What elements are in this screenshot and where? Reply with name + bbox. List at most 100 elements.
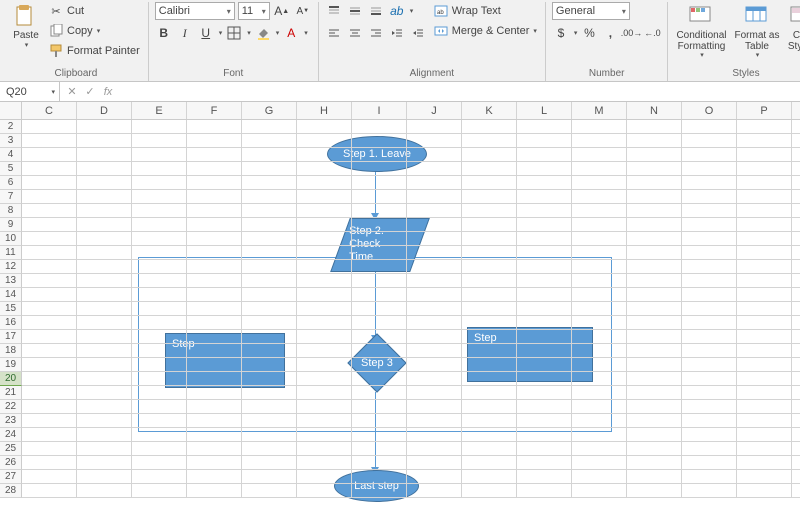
row-header[interactable]: 2 xyxy=(0,120,22,134)
align-middle-button[interactable] xyxy=(346,2,364,20)
currency-button[interactable]: $ xyxy=(552,24,570,42)
font-name-select[interactable]: Calibri▾ xyxy=(155,2,235,20)
row-header[interactable]: 20 xyxy=(0,372,22,386)
increase-indent-button[interactable] xyxy=(409,24,427,42)
row-header[interactable]: 3 xyxy=(0,134,22,148)
orientation-button[interactable]: ab xyxy=(388,2,406,20)
align-left-button[interactable] xyxy=(325,24,343,42)
column-header[interactable]: D xyxy=(77,102,132,119)
column-header[interactable]: K xyxy=(462,102,517,119)
row-header[interactable]: 17 xyxy=(0,330,22,344)
row-header[interactable]: 7 xyxy=(0,190,22,204)
cell-styles-button[interactable]: Cell Styles▾ xyxy=(786,2,800,59)
format-as-table-label: Format as Table xyxy=(734,31,779,52)
column-header[interactable]: L xyxy=(517,102,572,119)
paste-button[interactable]: Paste ▾ xyxy=(10,2,42,49)
align-right-button[interactable] xyxy=(367,24,385,42)
conditional-formatting-button[interactable]: Conditional Formatting▾ xyxy=(674,2,728,59)
flowchart-left-process[interactable]: Step xyxy=(165,333,285,388)
row-header[interactable]: 19 xyxy=(0,358,22,372)
decrease-decimal-button[interactable]: ←.0 xyxy=(643,24,661,42)
row-header[interactable]: 26 xyxy=(0,456,22,470)
column-header[interactable]: H xyxy=(297,102,352,119)
column-header[interactable]: C xyxy=(22,102,77,119)
font-color-button[interactable]: A xyxy=(282,24,300,42)
row-header[interactable]: 15 xyxy=(0,302,22,316)
format-painter-button[interactable]: Format Painter xyxy=(46,42,142,60)
column-header[interactable]: O xyxy=(682,102,737,119)
wrap-text-button[interactable]: ab Wrap Text xyxy=(431,2,539,20)
fx-icon[interactable]: fx xyxy=(100,86,116,98)
column-header[interactable]: G xyxy=(242,102,297,119)
border-button[interactable] xyxy=(225,24,243,42)
italic-button[interactable]: I xyxy=(176,24,194,42)
number-format-select[interactable]: General▾ xyxy=(552,2,630,20)
merge-label: Merge & Center xyxy=(452,25,530,37)
percent-button[interactable]: % xyxy=(580,24,598,42)
column-header[interactable]: J xyxy=(407,102,462,119)
row-header[interactable]: 27 xyxy=(0,470,22,484)
row-header[interactable]: 14 xyxy=(0,288,22,302)
format-as-table-button[interactable]: Format as Table▾ xyxy=(732,2,781,59)
decrease-font-button[interactable]: A▼ xyxy=(294,2,312,20)
column-header[interactable]: N xyxy=(627,102,682,119)
row-header[interactable]: 5 xyxy=(0,162,22,176)
column-header[interactable]: E xyxy=(132,102,187,119)
name-box[interactable]: Q20 ▾ xyxy=(0,82,60,102)
row-header[interactable]: 16 xyxy=(0,316,22,330)
align-center-button[interactable] xyxy=(346,24,364,42)
gridline xyxy=(22,133,800,134)
gridline xyxy=(22,189,800,190)
increase-decimal-button[interactable]: .00→ xyxy=(622,24,640,42)
cut-button[interactable]: ✂ Cut xyxy=(46,2,142,20)
row-header[interactable]: 21 xyxy=(0,386,22,400)
chevron-down-icon: ▾ xyxy=(304,29,308,37)
align-bottom-button[interactable] xyxy=(367,2,385,20)
row-header[interactable]: 25 xyxy=(0,442,22,456)
format-painter-label: Format Painter xyxy=(67,45,140,57)
ribbon-label-alignment: Alignment xyxy=(325,67,539,81)
gridline xyxy=(22,301,800,302)
row-header[interactable]: 28 xyxy=(0,484,22,498)
row-header[interactable]: 9 xyxy=(0,218,22,232)
ribbon-group-number: General▾ $▾ % , .00→ ←.0 Number xyxy=(546,2,669,81)
row-header[interactable]: 12 xyxy=(0,260,22,274)
row-header[interactable]: 24 xyxy=(0,428,22,442)
chevron-down-icon: ▾ xyxy=(25,42,29,49)
enter-formula-button[interactable]: ✓ xyxy=(82,85,98,98)
formula-bar: Q20 ▾ ✕ ✓ fx xyxy=(0,82,800,102)
flowchart-right-process[interactable]: Step xyxy=(467,327,593,382)
row-header[interactable]: 10 xyxy=(0,232,22,246)
copy-button[interactable]: Copy ▾ xyxy=(46,22,142,40)
spreadsheet-grid[interactable]: CDEFGHIJKLMNOP 2345678910111213141516171… xyxy=(0,102,800,507)
gridline xyxy=(22,203,800,204)
decrease-indent-button[interactable] xyxy=(388,24,406,42)
select-all-corner[interactable] xyxy=(0,102,22,119)
row-header[interactable]: 11 xyxy=(0,246,22,260)
chevron-down-icon: ▾ xyxy=(262,7,266,16)
row-header[interactable]: 18 xyxy=(0,344,22,358)
increase-font-button[interactable]: A▲ xyxy=(273,2,291,20)
row-header[interactable]: 8 xyxy=(0,204,22,218)
column-header[interactable]: P xyxy=(737,102,792,119)
flowchart-step1-terminator[interactable]: Step 1. Leave xyxy=(327,136,427,172)
row-header[interactable]: 6 xyxy=(0,176,22,190)
row-header[interactable]: 4 xyxy=(0,148,22,162)
gridline xyxy=(22,399,800,400)
merge-center-button[interactable]: Merge & Center ▾ xyxy=(431,22,539,40)
fill-color-button[interactable] xyxy=(254,24,272,42)
bold-button[interactable]: B xyxy=(155,24,173,42)
row-header[interactable]: 23 xyxy=(0,414,22,428)
formula-input[interactable] xyxy=(120,82,800,102)
column-header[interactable]: I xyxy=(352,102,407,119)
cancel-formula-button[interactable]: ✕ xyxy=(64,85,80,98)
comma-button[interactable]: , xyxy=(601,24,619,42)
align-top-button[interactable] xyxy=(325,2,343,20)
column-header[interactable]: F xyxy=(187,102,242,119)
underline-button[interactable]: U xyxy=(197,24,215,42)
font-size-select[interactable]: 11▾ xyxy=(238,2,270,20)
chevron-down-icon: ▾ xyxy=(51,88,55,96)
column-header[interactable]: M xyxy=(572,102,627,119)
row-header[interactable]: 13 xyxy=(0,274,22,288)
row-header[interactable]: 22 xyxy=(0,400,22,414)
